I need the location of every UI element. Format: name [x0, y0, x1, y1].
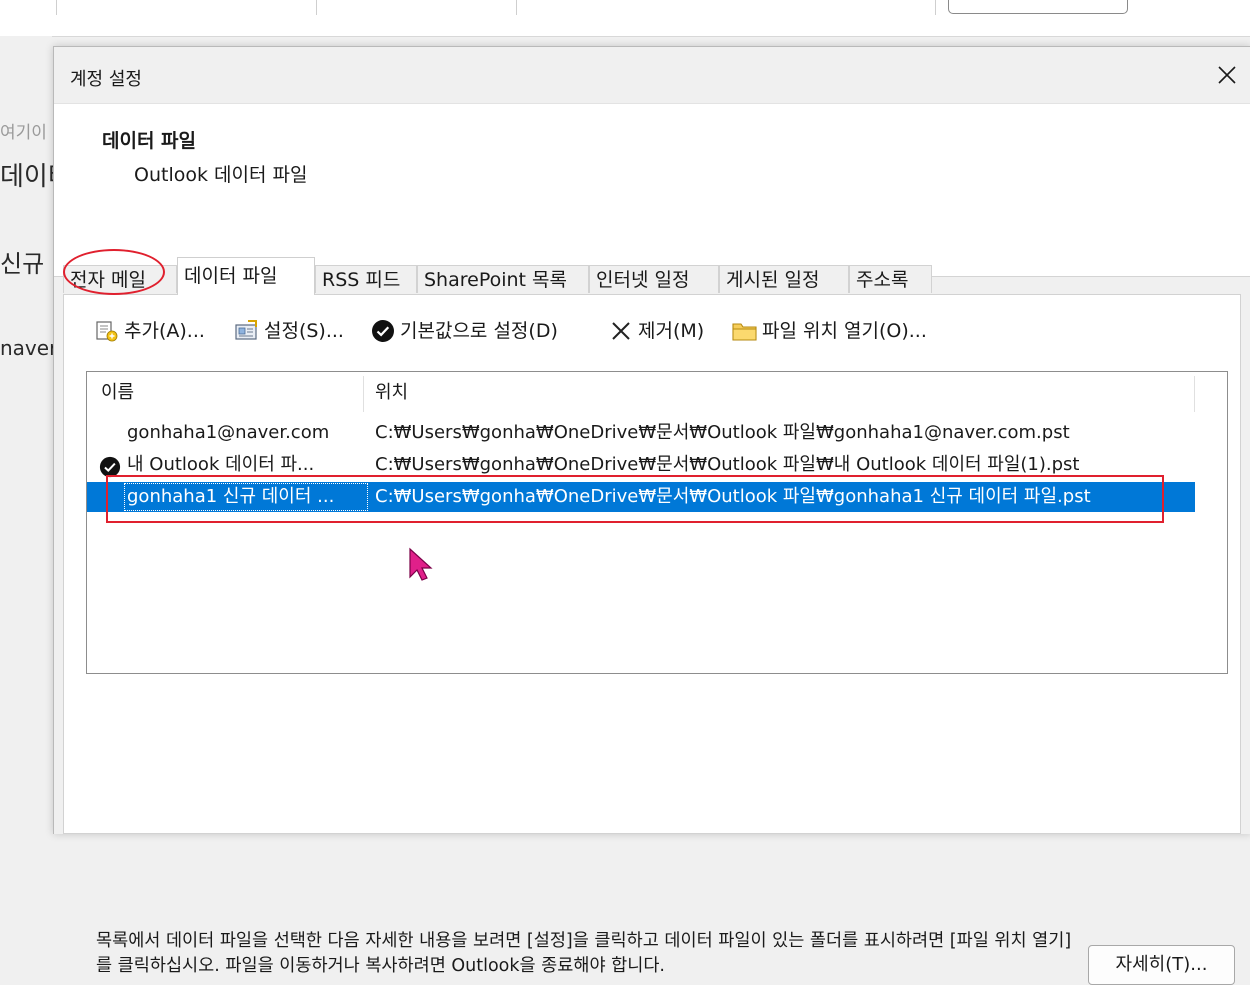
dialog-titlebar[interactable]: 계정 설정	[54, 47, 1250, 103]
row-path: C:₩Users₩gonha₩OneDrive₩문서₩Outlook 파일₩go…	[375, 422, 1070, 443]
open-file-location-button[interactable]: 파일 위치 열기(O)...	[732, 313, 927, 349]
remove-label: 제거(M)	[638, 320, 705, 342]
settings-button[interactable]: 설정(S)...	[234, 313, 344, 349]
close-icon	[1218, 66, 1236, 84]
tab-published-calendars[interactable]: 게시된 일정	[719, 265, 849, 293]
tab-strip: 전자 메일 데이터 파일 RSS 피드 SharePoint 목록 인터넷 일정…	[54, 257, 1250, 295]
open-location-label: 파일 위치 열기(O)...	[762, 320, 927, 342]
tab-rss-feeds[interactable]: RSS 피드	[315, 265, 417, 293]
background-text: naver	[0, 336, 58, 360]
add-label: 추가(A)...	[124, 320, 205, 342]
check-circle-icon	[370, 318, 396, 344]
help-description: 목록에서 데이터 파일을 선택한 다음 자세한 내용을 보려면 [설정]을 클릭…	[96, 931, 1072, 976]
settings-label: 설정(S)...	[264, 320, 344, 342]
header-title: 데이터 파일	[102, 130, 197, 152]
background-text: 여기이	[0, 123, 47, 143]
remove-x-icon	[608, 318, 634, 344]
list-row[interactable]: gonhaha1@naver.com C:₩Users₩gonha₩OneDri…	[87, 418, 1195, 448]
column-divider[interactable]	[363, 376, 364, 412]
set-default-button[interactable]: 기본값으로 설정(D)	[370, 313, 558, 349]
header-subtitle: Outlook 데이터 파일	[134, 164, 308, 186]
add-button[interactable]: 추가(A)...	[94, 313, 205, 349]
add-file-icon	[94, 318, 120, 344]
tab-data-files[interactable]: 데이터 파일	[177, 257, 315, 295]
background-divider	[935, 0, 936, 15]
background-divider	[316, 0, 317, 15]
background-button[interactable]	[948, 0, 1128, 14]
background-window-side: 여기이 데이터 신규 데 naver	[0, 36, 74, 833]
tab-internet-calendars[interactable]: 인터넷 일정	[589, 265, 719, 293]
folder-icon	[732, 318, 758, 344]
account-settings-dialog: 계정 설정 데이터 파일 Outlook 데이터 파일 전자 메일 데이터 파일…	[53, 46, 1250, 985]
column-header-name[interactable]: 이름	[101, 372, 134, 414]
dialog-header: 데이터 파일 Outlook 데이터 파일	[54, 103, 1250, 277]
tab-sharepoint-lists[interactable]: SharePoint 목록	[417, 265, 589, 293]
background-divider	[56, 0, 57, 15]
set-default-label: 기본값으로 설정(D)	[400, 320, 558, 342]
column-divider[interactable]	[1194, 376, 1195, 412]
mouse-cursor-icon	[409, 547, 433, 581]
settings-card-icon	[234, 318, 260, 344]
column-header-location[interactable]: 위치	[375, 372, 408, 414]
annotation-rectangle	[106, 475, 1164, 523]
data-files-panel: 추가(A)... 설정(S)... 기본값으로 설정(D) 제거(M) 파일 위…	[63, 294, 1241, 985]
close-button[interactable]	[1205, 55, 1250, 95]
remove-button[interactable]: 제거(M)	[608, 313, 704, 349]
background-window-top	[0, 0, 1250, 37]
annotation-ellipse	[63, 249, 165, 295]
details-button[interactable]: 자세히(T)...	[1088, 945, 1235, 985]
tab-address-books[interactable]: 주소록	[849, 265, 932, 293]
row-name: gonhaha1@naver.com	[127, 422, 330, 443]
dialog-title: 계정 설정	[70, 69, 142, 90]
background-divider	[516, 0, 517, 15]
